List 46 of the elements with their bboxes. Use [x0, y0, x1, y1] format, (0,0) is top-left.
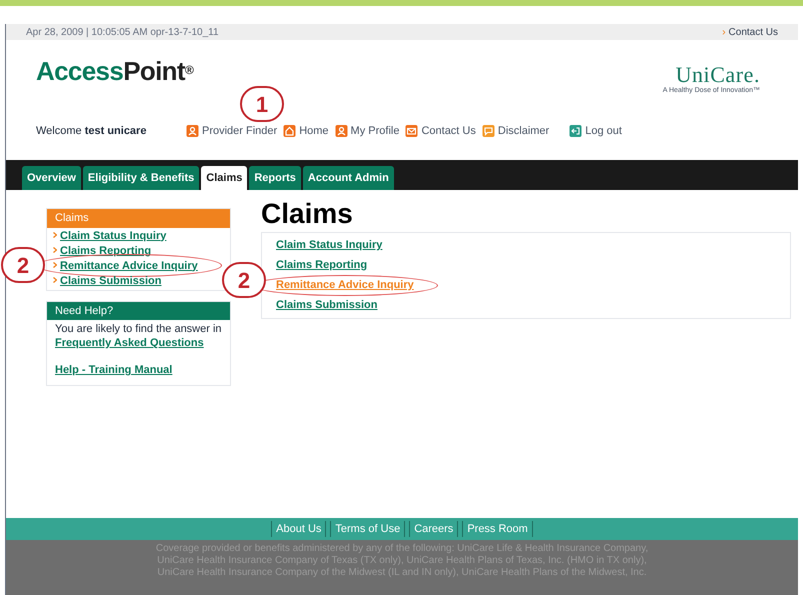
exit-icon: [569, 124, 582, 137]
page-title: Claims: [261, 200, 354, 228]
claims-link[interactable]: Claims Reporting: [276, 259, 368, 272]
brand-logo: UniCare.: [676, 64, 760, 86]
callout-number: 1: [240, 86, 284, 122]
claims-link[interactable]: Claims Submission: [276, 299, 378, 312]
callout-number: 2: [222, 262, 266, 298]
logo: AccessPoint$^{®}$: [36, 58, 194, 84]
welcome-text: Welcome test unicare: [36, 124, 148, 138]
contact-link[interactable]: › Contact Us: [722, 24, 778, 40]
sidebar-title: Claims: [47, 209, 230, 228]
nav-link[interactable]: Disclaimer: [498, 122, 550, 139]
claims-link[interactable]: Claim Status Inquiry: [276, 239, 382, 252]
footer-link[interactable]: Press Room: [462, 520, 533, 538]
help-title: Need Help?: [47, 302, 230, 320]
timestamp: Apr 28, 2009 | 10:05:05 AM opr-13-7-10_11: [26, 26, 219, 40]
tab[interactable]: Eligibility & Benefits: [82, 166, 200, 190]
tab[interactable]: Claims: [201, 166, 248, 190]
tab[interactable]: Reports: [249, 166, 301, 190]
chevron-icon: [53, 262, 57, 268]
nav-link[interactable]: Home: [299, 122, 329, 139]
faq-link[interactable]: Frequently Asked Questions: [55, 337, 204, 349]
person-icon: [334, 124, 348, 137]
nav-link[interactable]: Provider Finder: [202, 122, 278, 139]
sidebar-link[interactable]: Claim Status Inquiry: [60, 230, 166, 242]
person-icon: [186, 124, 199, 137]
footer-link[interactable]: Careers: [409, 520, 458, 538]
tab[interactable]: Overview: [22, 166, 81, 190]
nav-link[interactable]: Contact Us: [421, 122, 476, 139]
home-icon: [283, 124, 296, 137]
tab[interactable]: Account Admin: [302, 166, 394, 190]
envelope-icon: [405, 124, 418, 137]
nav-link[interactable]: My Profile: [350, 122, 400, 139]
sidebar-link[interactable]: Remittance Advice Inquiry: [60, 260, 198, 272]
sidebar-link[interactable]: Claims Submission: [60, 274, 162, 286]
callout-number: 2: [1, 247, 45, 283]
chevron-icon: [53, 277, 57, 283]
speech-bubble-icon: [482, 124, 495, 137]
sidebar-link[interactable]: Claims Reporting: [60, 244, 152, 256]
footer-link[interactable]: About Us: [271, 520, 326, 538]
chevron-icon: [53, 247, 57, 253]
training-manual-link[interactable]: Help - Training Manual: [47, 362, 230, 378]
nav-link[interactable]: Log out: [585, 122, 622, 139]
help-text: You are likely to find the answer in Frequently Asked Questions: [54, 322, 223, 350]
chevron-icon: [53, 232, 57, 238]
footer-link[interactable]: Terms of Use: [330, 520, 406, 538]
